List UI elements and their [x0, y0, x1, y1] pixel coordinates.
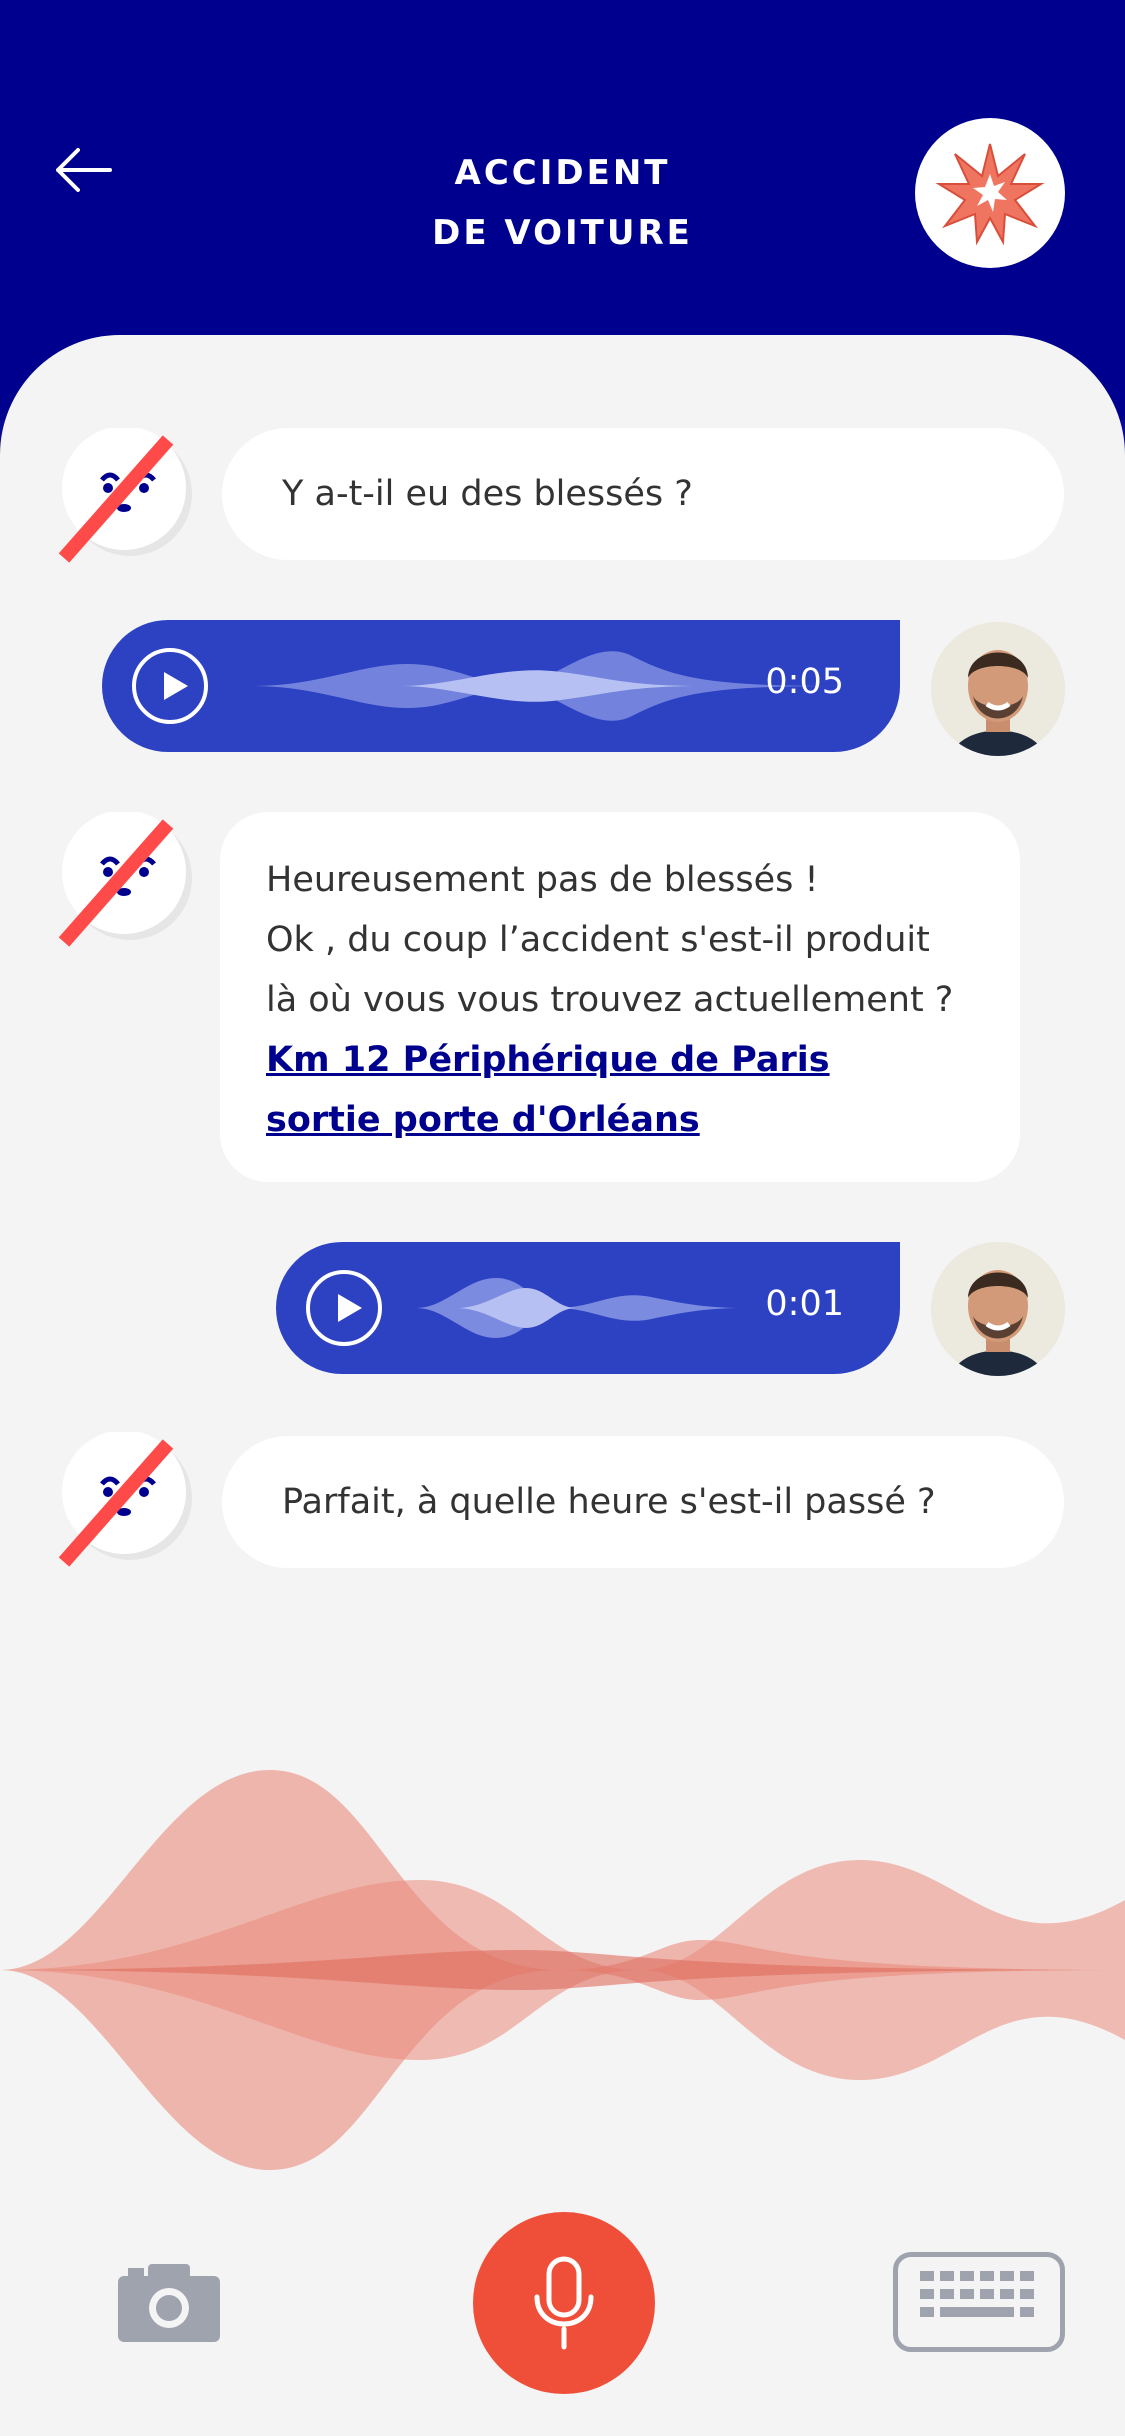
- bot-avatar: [58, 1432, 192, 1567]
- audio-message[interactable]: 0:01: [276, 1242, 900, 1374]
- bot-avatar: [58, 428, 192, 563]
- location-link[interactable]: Km 12 Périphérique de Paris: [266, 1030, 976, 1090]
- camera-icon: [118, 2264, 220, 2342]
- bot-message-bubble: Y a-t-il eu des blessés ?: [222, 428, 1064, 560]
- user-avatar-image: [931, 1242, 1065, 1376]
- play-button[interactable]: [306, 1270, 382, 1346]
- bot-message-bubble: Parfait, à quelle heure s'est-il passé ?: [222, 1436, 1064, 1568]
- keyboard-icon: [920, 2271, 1034, 2317]
- voice-waveform: [0, 1770, 1125, 2170]
- bot-message-line: Ok , du coup l’accident s'est-il produit: [266, 920, 930, 960]
- microphone-icon: [534, 2256, 594, 2350]
- audio-message[interactable]: 0:05: [102, 620, 900, 752]
- audio-duration: 0:05: [765, 662, 844, 702]
- camera-button[interactable]: [118, 2262, 220, 2342]
- user-avatar: [931, 622, 1065, 756]
- user-avatar: [931, 1242, 1065, 1376]
- accident-badge[interactable]: [915, 118, 1065, 268]
- bot-message-text: Parfait, à quelle heure s'est-il passé ?: [282, 1482, 936, 1522]
- audio-waveform: [252, 651, 832, 721]
- location-link[interactable]: sortie porte d'Orléans: [266, 1090, 976, 1150]
- audio-waveform: [416, 1278, 746, 1338]
- user-avatar-image: [931, 622, 1065, 756]
- audio-duration: 0:01: [765, 1284, 844, 1324]
- microphone-button[interactable]: [473, 2212, 655, 2394]
- bot-avatar: [58, 812, 192, 947]
- bot-message-text: Y a-t-il eu des blessés ?: [282, 474, 693, 514]
- explosion-star-icon: [935, 143, 1045, 246]
- bot-message-bubble: Heureusement pas de blessés ! Ok , du co…: [220, 812, 1020, 1182]
- bot-message-line: Heureusement pas de blessés !: [266, 860, 819, 900]
- keyboard-button[interactable]: [893, 2252, 1065, 2352]
- bot-message-line: là où vous vous trouvez actuellement ?: [266, 980, 954, 1020]
- play-button[interactable]: [132, 648, 208, 724]
